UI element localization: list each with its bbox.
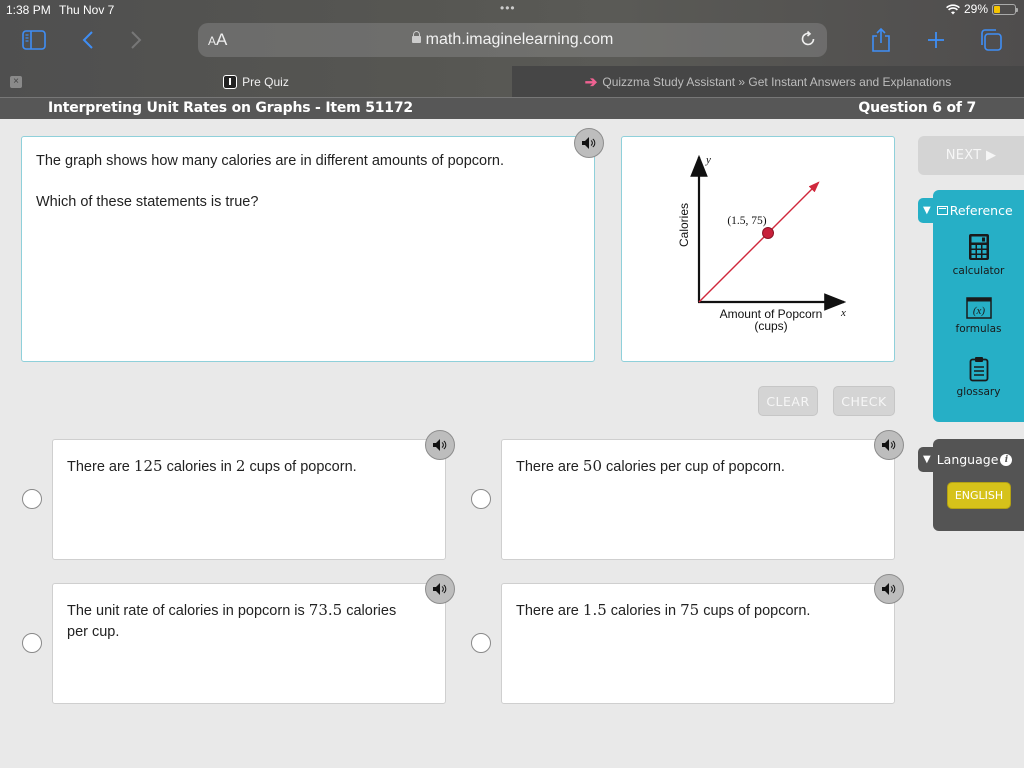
read-aloud-choice-d-button[interactable] (874, 574, 904, 604)
read-aloud-choice-b-button[interactable] (874, 430, 904, 460)
clear-button[interactable]: CLEAR (758, 386, 818, 416)
choice-d[interactable]: There are 1.5 calories in 75 cups of pop… (501, 583, 895, 704)
favicon-icon (223, 74, 238, 89)
prompt-question: Which of these statements is true? (36, 194, 259, 210)
formulas-label: formulas (955, 323, 1002, 335)
language-toggle[interactable]: ▼ Language i (918, 447, 1024, 472)
status-date: Thu Nov 7 (59, 3, 115, 17)
choice-c[interactable]: The unit rate of calories in popcorn is … (52, 583, 446, 704)
status-right: 29% (946, 2, 1018, 16)
choice-c-radio[interactable] (22, 633, 42, 653)
calculator-icon (968, 234, 989, 260)
glossary-tool[interactable]: glossary (933, 356, 1024, 398)
tab-label: Quizzma Study Assistant » Get Instant An… (602, 74, 952, 89)
question-prompt-panel: The graph shows how many calories are in… (21, 136, 595, 362)
reference-icon (936, 206, 948, 215)
tabs-icon (981, 29, 1002, 51)
lesson-title: Interpreting Unit Rates on Graphs - Item… (48, 100, 413, 116)
tab-pre-quiz[interactable]: × Pre Quiz (0, 66, 512, 97)
new-tab-button[interactable] (924, 22, 948, 58)
choice-b-radio[interactable] (471, 489, 491, 509)
tabs-overview-button[interactable] (978, 22, 1004, 58)
forward-icon (131, 31, 142, 49)
rate-line (698, 181, 820, 303)
battery-percent: 29% (963, 2, 988, 16)
speaker-icon (882, 583, 896, 595)
reference-toggle[interactable]: ▼ Reference (918, 198, 1024, 223)
tab-label: Pre Quiz (242, 74, 289, 89)
data-point (762, 227, 774, 239)
sidebar-button[interactable] (20, 22, 48, 58)
choice-b[interactable]: There are 50 calories per cup of popcorn… (501, 439, 895, 560)
choice-a-text: There are 125 calories in 2 cups of popc… (67, 457, 357, 475)
formulas-icon: (x) (965, 297, 992, 319)
share-button[interactable] (868, 22, 894, 58)
new-tab-icon (928, 32, 944, 48)
close-tab-icon[interactable]: × (10, 76, 22, 88)
speaker-icon (882, 439, 896, 451)
x-axis-label-line2: (cups) (754, 319, 787, 333)
speaker-icon (433, 439, 447, 451)
choice-a[interactable]: There are 125 calories in 2 cups of popc… (52, 439, 446, 560)
url-field[interactable]: math.imaginelearning.com (198, 31, 827, 49)
status-time: 1:38 PM (6, 3, 51, 17)
english-language-button[interactable]: ENGLISH (947, 482, 1011, 509)
browser-chrome: 1:38 PM Thu Nov 7 ••• 29% AA math.imagin… (0, 0, 1024, 97)
check-button[interactable]: CHECK (833, 386, 895, 416)
battery-icon (992, 3, 1018, 15)
tab-bar: × Pre Quiz ➔ Quizzma Study Assistant » G… (0, 66, 1024, 97)
address-bar[interactable]: AA math.imaginelearning.com (198, 23, 827, 57)
calculator-tool[interactable]: calculator (933, 233, 1024, 277)
svg-text:(x): (x) (972, 305, 985, 317)
status-bar: 1:38 PM Thu Nov 7 ••• 29% (0, 0, 1024, 20)
back-icon (82, 31, 93, 49)
x-axis-var: x (840, 307, 846, 319)
data-point-label: (1.5, 75) (727, 215, 766, 227)
choice-b-text: There are 50 calories per cup of popcorn… (516, 457, 785, 475)
glossary-label: glossary (956, 386, 1001, 398)
arrow-right-icon: ➔ (584, 73, 598, 91)
next-button[interactable]: NEXT ▶ (918, 136, 1024, 175)
speaker-icon (582, 137, 596, 149)
graph: y x Calories Amount of Popcorn (cups) (1… (677, 154, 847, 333)
prompt-text: The graph shows how many calories are in… (36, 153, 505, 169)
read-aloud-choice-c-button[interactable] (425, 574, 455, 604)
choice-a-radio[interactable] (22, 489, 42, 509)
reference-title: Reference (949, 203, 1013, 218)
forward-button[interactable] (126, 22, 146, 58)
info-icon[interactable]: i (1000, 453, 1013, 466)
question-progress: Question 6 of 7 (858, 100, 976, 116)
battery-fill (994, 5, 1000, 13)
lock-icon (411, 31, 421, 43)
multitasking-dots-icon[interactable]: ••• (500, 1, 516, 15)
wifi-icon (946, 3, 960, 14)
read-aloud-choice-a-button[interactable] (425, 430, 455, 460)
read-aloud-prompt-button[interactable] (574, 128, 604, 158)
tab-quizzma[interactable]: ➔ Quizzma Study Assistant » Get Instant … (512, 66, 1024, 97)
language-title: Language (936, 452, 999, 467)
choice-c-text: The unit rate of calories in popcorn is … (67, 601, 397, 640)
collapse-triangle-icon: ▼ (923, 454, 931, 465)
formulas-tool[interactable]: (x) formulas (933, 297, 1024, 335)
choice-d-radio[interactable] (471, 633, 491, 653)
reload-icon (801, 30, 815, 46)
speaker-icon (433, 583, 447, 595)
collapse-triangle-icon: ▼ (923, 205, 931, 216)
lesson-header: Interpreting Unit Rates on Graphs - Item… (0, 97, 1024, 119)
glossary-icon (969, 357, 988, 382)
share-icon (872, 27, 890, 52)
reload-button[interactable] (799, 30, 817, 53)
choice-d-text: There are 1.5 calories in 75 cups of pop… (516, 601, 811, 619)
y-axis-var: y (705, 154, 711, 166)
calculator-label: calculator (952, 265, 1005, 277)
graph-panel: y x Calories Amount of Popcorn (cups) (1… (621, 136, 895, 362)
y-axis-label: Calories (677, 203, 691, 247)
sidebar-icon (22, 30, 46, 50)
url-text: math.imaginelearning.com (425, 31, 614, 48)
back-button[interactable] (78, 22, 98, 58)
navigation-bar: AA math.imaginelearning.com (0, 22, 1024, 60)
